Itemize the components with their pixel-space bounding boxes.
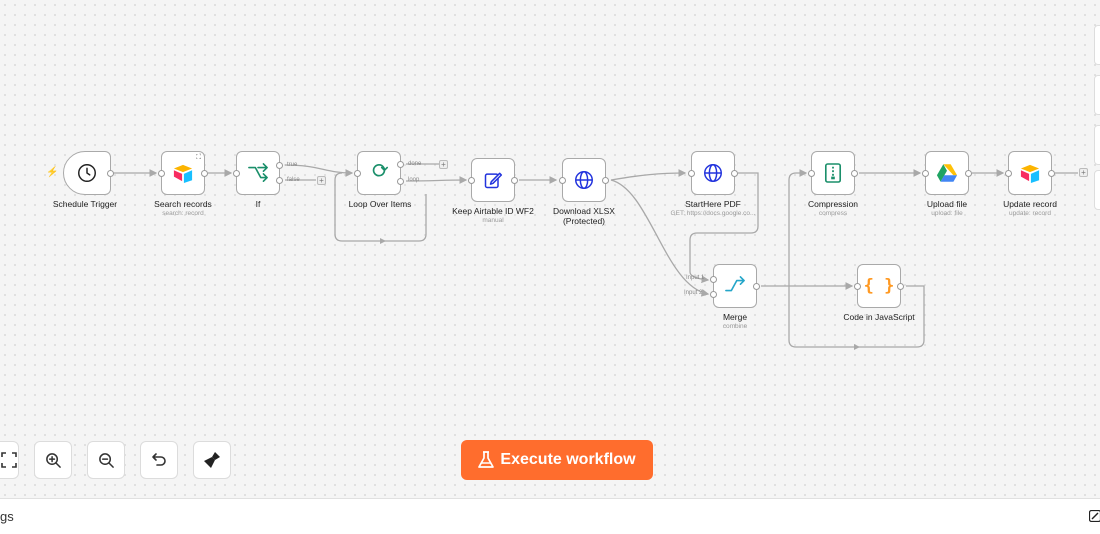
node-update-record[interactable] xyxy=(1008,151,1052,195)
zoom-out-button[interactable] xyxy=(87,441,125,479)
node-subtitle: compress xyxy=(773,210,893,217)
bottom-panel: gs xyxy=(0,498,1100,534)
input-port-2[interactable] xyxy=(710,291,717,298)
input-label-1: Input 1 xyxy=(686,275,704,281)
node-subtitle: GET: https://docs.google.co... xyxy=(653,210,773,217)
output-port-true[interactable] xyxy=(276,162,283,169)
output-port[interactable] xyxy=(1048,170,1055,177)
undo-button[interactable] xyxy=(140,441,178,479)
side-panel-button[interactable] xyxy=(1094,25,1100,65)
node-label: StartHere PDF xyxy=(658,199,768,209)
connections-layer xyxy=(0,0,1100,500)
side-panel-button[interactable] xyxy=(1094,125,1100,165)
pin-icon: ⛶ xyxy=(196,154,201,162)
execute-workflow-label: Execute workflow xyxy=(500,451,635,469)
input-port[interactable] xyxy=(158,170,165,177)
output-port-done[interactable] xyxy=(397,161,404,168)
node-schedule-trigger[interactable] xyxy=(63,151,111,195)
input-port[interactable] xyxy=(1005,170,1012,177)
airtable-icon xyxy=(172,163,194,183)
output-label-true: true xyxy=(287,162,297,168)
node-compression[interactable] xyxy=(811,151,855,195)
output-port[interactable] xyxy=(965,170,972,177)
node-upload-file[interactable] xyxy=(925,151,969,195)
input-port[interactable] xyxy=(688,170,695,177)
execute-workflow-button[interactable]: Execute workflow xyxy=(461,440,653,480)
globe-icon xyxy=(573,169,595,191)
node-label: Update record xyxy=(975,199,1085,209)
branch-icon xyxy=(247,163,269,183)
zoom-out-icon xyxy=(98,452,115,469)
output-port[interactable] xyxy=(602,177,609,184)
node-merge[interactable] xyxy=(713,264,757,308)
input-port[interactable] xyxy=(354,170,361,177)
node-download-xlsx[interactable] xyxy=(562,158,606,202)
input-port[interactable] xyxy=(559,177,566,184)
airtable-icon xyxy=(1019,163,1041,183)
flask-icon xyxy=(478,451,494,469)
add-node-button[interactable]: + xyxy=(317,176,326,185)
tidy-up-button[interactable] xyxy=(193,441,231,479)
edit-icon xyxy=(483,170,503,190)
side-panel-button[interactable] xyxy=(1094,75,1100,115)
node-keep-airtable-id[interactable] xyxy=(471,158,515,202)
output-label-loop: loop xyxy=(408,177,419,183)
add-node-button[interactable]: + xyxy=(439,160,448,169)
output-label-done: done xyxy=(408,161,421,167)
node-label: Loop Over Items xyxy=(325,199,435,209)
code-icon: { } xyxy=(864,276,895,296)
node-starthere-pdf[interactable] xyxy=(691,151,735,195)
input-port[interactable] xyxy=(233,170,240,177)
node-subtitle: combine xyxy=(675,323,795,330)
node-subtitle: update: record xyxy=(970,210,1090,217)
fit-view-button[interactable] xyxy=(0,441,19,479)
output-port[interactable] xyxy=(107,170,114,177)
side-panel-button[interactable] xyxy=(1094,170,1100,210)
node-label: If xyxy=(203,199,313,209)
node-label: Merge xyxy=(680,312,790,322)
output-port-loop[interactable] xyxy=(397,178,404,185)
node-if[interactable] xyxy=(236,151,280,195)
output-port-false[interactable] xyxy=(276,177,283,184)
output-port[interactable] xyxy=(201,170,208,177)
zip-icon xyxy=(824,163,842,183)
globe-icon xyxy=(702,162,724,184)
bottom-panel-label[interactable]: gs xyxy=(0,509,14,524)
input-port-1[interactable] xyxy=(710,276,717,283)
zoom-in-button[interactable] xyxy=(34,441,72,479)
google-drive-icon xyxy=(936,163,958,183)
trigger-bolt-icon: ⚡ xyxy=(46,167,58,178)
tidy-up-icon xyxy=(203,451,221,469)
fit-view-icon xyxy=(1,452,17,468)
node-label: Compression xyxy=(778,199,888,209)
node-label: Code in JavaScript xyxy=(824,312,934,322)
input-port[interactable] xyxy=(808,170,815,177)
output-port[interactable] xyxy=(753,283,760,290)
node-label: Schedule Trigger xyxy=(30,199,140,209)
node-loop-over-items[interactable] xyxy=(357,151,401,195)
output-port[interactable] xyxy=(731,170,738,177)
merge-icon xyxy=(724,276,746,296)
node-label: Download XLSX (Protected) xyxy=(529,206,639,226)
add-node-button[interactable]: + xyxy=(1079,168,1088,177)
node-code-javascript[interactable]: { } xyxy=(857,264,901,308)
loop-icon xyxy=(368,163,390,183)
zoom-in-icon xyxy=(45,452,62,469)
undo-icon xyxy=(151,452,167,468)
input-label-2: Input 2 xyxy=(684,290,702,296)
node-search-records[interactable]: ⛶ xyxy=(161,151,205,195)
output-port[interactable] xyxy=(851,170,858,177)
input-port[interactable] xyxy=(854,283,861,290)
clock-icon xyxy=(76,162,98,184)
input-port[interactable] xyxy=(922,170,929,177)
output-port[interactable] xyxy=(897,283,904,290)
node-subtitle: search: record xyxy=(123,210,243,217)
input-port[interactable] xyxy=(468,177,475,184)
output-label-false: false xyxy=(287,177,300,183)
edge-download-pdf xyxy=(611,173,685,180)
output-port[interactable] xyxy=(511,177,518,184)
collapse-panel-icon[interactable] xyxy=(1089,510,1100,522)
